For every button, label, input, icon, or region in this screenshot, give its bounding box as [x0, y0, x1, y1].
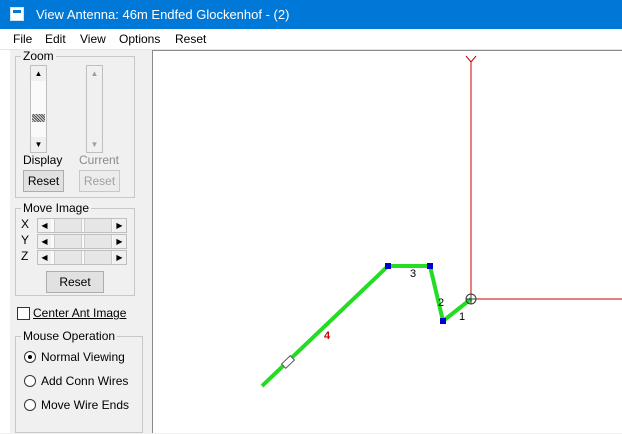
scroll-up-arrow-icon[interactable]: ▲ — [31, 66, 46, 81]
menu-edit[interactable]: Edit — [45, 32, 66, 46]
menu-reset[interactable]: Reset — [175, 32, 206, 46]
display-label: Display — [23, 153, 63, 167]
scroll-right-arrow-icon[interactable]: ▶ — [113, 219, 126, 232]
center-ant-image-label[interactable]: Center Ant Image — [33, 306, 126, 320]
title-bar: View Antenna: 46m Endfed Glockenhof - (2… — [0, 0, 622, 29]
wire-label-4: 4 — [324, 330, 331, 342]
mouse-operation-legend: Mouse Operation — [21, 329, 118, 343]
load-marker-icon — [280, 354, 296, 370]
wire-node — [385, 263, 391, 269]
move-y-scrollbar[interactable]: ◀ ▶ — [37, 234, 127, 249]
wire-label-3: 3 — [410, 268, 416, 280]
wire-node — [440, 318, 446, 324]
scroll-right-arrow-icon[interactable]: ▶ — [113, 251, 126, 264]
reset-current-button: Reset — [79, 170, 120, 192]
move-z-thumb[interactable] — [54, 251, 82, 264]
scroll-left-arrow-icon[interactable]: ◀ — [38, 251, 51, 264]
move-image-reset-button[interactable]: Reset — [46, 271, 104, 293]
background-window-edge — [0, 50, 10, 433]
scroll-left-arrow-icon[interactable]: ◀ — [38, 235, 51, 248]
display-zoom-scrollbar[interactable]: ▲ ▼ — [30, 65, 47, 153]
scroll-down-arrow-icon[interactable]: ▼ — [31, 137, 46, 152]
menu-options[interactable]: Options — [119, 32, 160, 46]
antenna-wires — [260, 264, 473, 388]
move-wire-ends-label[interactable]: Move Wire Ends — [41, 398, 129, 412]
normal-viewing-radio[interactable] — [24, 351, 36, 363]
menu-bar: File Edit View Options Reset — [0, 29, 622, 49]
center-ant-image-checkbox[interactable] — [17, 307, 30, 320]
display-zoom-thumb[interactable] — [32, 114, 45, 122]
add-conn-wires-radio[interactable] — [24, 375, 36, 387]
scroll-up-arrow-icon: ▲ — [87, 66, 102, 81]
scroll-down-arrow-icon: ▼ — [87, 137, 102, 152]
window-title: View Antenna: 46m Endfed Glockenhof - (2… — [36, 7, 290, 22]
current-zoom-scrollbar: ▲ ▼ — [86, 65, 103, 153]
zoom-legend: Zoom — [21, 49, 56, 63]
move-y-thumb[interactable] — [54, 235, 82, 248]
move-z-scrollbar[interactable]: ◀ ▶ — [37, 250, 127, 265]
scroll-right-arrow-icon[interactable]: ▶ — [113, 235, 126, 248]
wire-node — [427, 263, 433, 269]
move-image-legend: Move Image — [21, 201, 92, 215]
move-wire-ends-radio[interactable] — [24, 399, 36, 411]
wire-label-1: 1 — [459, 311, 465, 323]
axis-y-label: Y — [21, 233, 30, 247]
antenna-drawing: 1 2 3 4 — [260, 55, 622, 388]
reset-display-button[interactable]: Reset — [23, 170, 64, 192]
normal-viewing-label[interactable]: Normal Viewing — [41, 350, 125, 364]
scroll-left-arrow-icon[interactable]: ◀ — [38, 219, 51, 232]
add-conn-wires-label[interactable]: Add Conn Wires — [41, 374, 128, 388]
move-x-thumb[interactable] — [54, 219, 82, 232]
antenna-view-canvas[interactable]: 1 2 3 4 — [152, 50, 622, 433]
move-x-scrollbar[interactable]: ◀ ▶ — [37, 218, 127, 233]
wire-label-2: 2 — [438, 297, 444, 309]
menu-file[interactable]: File — [13, 32, 32, 46]
current-label: Current — [79, 153, 120, 167]
move-x-thumb-right — [84, 219, 112, 232]
move-y-thumb-right — [84, 235, 112, 248]
app-window-icon[interactable] — [10, 7, 24, 21]
axis-arrow-icon — [465, 55, 477, 68]
axis-z-label: Z — [21, 249, 29, 263]
move-z-thumb-right — [84, 251, 112, 264]
axis-x-label: X — [21, 217, 30, 231]
menu-view[interactable]: View — [80, 32, 106, 46]
